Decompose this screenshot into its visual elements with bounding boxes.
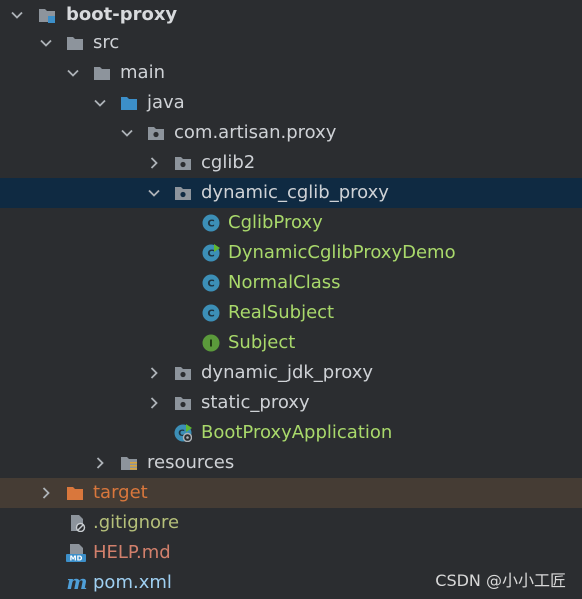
tree-row-static-proxy[interactable]: static_proxy (0, 388, 582, 418)
tree-row-normal-class[interactable]: C NormalClass (0, 268, 582, 298)
svg-text:m: m (66, 571, 87, 593)
tree-label-gitignore: .gitignore (93, 512, 180, 533)
tree-label-static-proxy: static_proxy (201, 392, 310, 413)
tree-row-boot-proxy-application[interactable]: C BootProxyApplication (0, 418, 582, 448)
java-runnable-class-icon: C (202, 244, 220, 262)
chevron-right-icon[interactable] (146, 395, 162, 411)
excluded-folder-icon (66, 484, 84, 502)
chevron-down-icon[interactable] (9, 7, 25, 23)
tree-row-src[interactable]: src (0, 28, 582, 58)
tree-label-boot-proxy: boot-proxy (66, 4, 178, 25)
tree-label-main: main (120, 62, 165, 83)
tree-label-help-md: HELP.md (93, 542, 171, 563)
chevron-down-icon[interactable] (119, 125, 135, 141)
package-icon (147, 124, 165, 142)
tree-label-target: target (93, 482, 148, 503)
tree-label-dynamic-cglib-proxy-demo: DynamicCglibProxyDemo (228, 242, 456, 263)
tree-label-package: com.artisan.proxy (174, 122, 337, 143)
folder-icon (66, 34, 84, 52)
package-icon (174, 154, 192, 172)
svg-text:C: C (207, 249, 214, 260)
tree-label-resources: resources (147, 452, 235, 473)
chevron-down-icon[interactable] (92, 95, 108, 111)
tree-label-src: src (93, 32, 120, 53)
tree-label-java: java (147, 92, 185, 113)
tree-row-java[interactable]: java (0, 88, 582, 118)
ignore-file-icon (68, 514, 86, 532)
module-folder-icon (38, 6, 56, 24)
svg-text:I: I (209, 339, 213, 350)
java-class-icon: C (202, 274, 220, 292)
tree-row-boot-proxy[interactable]: boot-proxy (0, 0, 582, 30)
watermark: CSDN @小小工匠 (435, 571, 566, 590)
svg-text:C: C (207, 309, 214, 320)
tree-label-dynamic-jdk-proxy: dynamic_jdk_proxy (201, 362, 373, 383)
tree-row-resources[interactable]: resources (0, 448, 582, 478)
package-icon (174, 364, 192, 382)
chevron-down-icon[interactable] (65, 65, 81, 81)
tree-label-boot-proxy-application: BootProxyApplication (201, 422, 393, 443)
maven-icon: m (66, 571, 88, 593)
tree-label-cglib2: cglib2 (201, 152, 256, 173)
chevron-right-icon[interactable] (146, 155, 162, 171)
svg-text:C: C (207, 279, 214, 290)
chevron-right-icon[interactable] (146, 365, 162, 381)
tree-row-help-md[interactable]: MD HELP.md (0, 538, 582, 568)
tree-label-dynamic-cglib-proxy: dynamic_cglib_proxy (201, 182, 389, 203)
tree-label-pom-xml: pom.xml (93, 572, 172, 593)
markdown-file-icon: MD (66, 544, 86, 562)
tree-row-package[interactable]: com.artisan.proxy (0, 118, 582, 148)
tree-row-real-subject[interactable]: C RealSubject (0, 298, 582, 328)
java-interface-icon: I (202, 334, 220, 352)
svg-text:MD: MD (70, 555, 83, 562)
chevron-down-icon[interactable] (38, 35, 54, 51)
tree-row-main[interactable]: main (0, 58, 582, 88)
tree-row-gitignore[interactable]: .gitignore (0, 508, 582, 538)
chevron-down-icon[interactable] (146, 185, 162, 201)
tree-row-dynamic-jdk-proxy[interactable]: dynamic_jdk_proxy (0, 358, 582, 388)
package-icon (174, 394, 192, 412)
tree-row-dynamic-cglib-proxy[interactable]: dynamic_cglib_proxy (0, 178, 582, 208)
tree-row-cglib-proxy[interactable]: C CglibProxy (0, 208, 582, 238)
svg-text:C: C (207, 219, 214, 230)
tree-label-normal-class: NormalClass (228, 272, 341, 293)
chevron-right-icon[interactable] (92, 455, 108, 471)
tree-label-real-subject: RealSubject (228, 302, 335, 323)
package-icon (174, 184, 192, 202)
tree-row-cglib2[interactable]: cglib2 (0, 148, 582, 178)
java-class-icon: C (202, 214, 220, 232)
java-class-icon: C (202, 304, 220, 322)
tree-label-cglib-proxy: CglibProxy (228, 212, 323, 233)
tree-row-subject[interactable]: I Subject (0, 328, 582, 358)
folder-icon (93, 64, 111, 82)
chevron-right-icon[interactable] (38, 485, 54, 501)
tree-row-dynamic-cglib-proxy-demo[interactable]: C DynamicCglibProxyDemo (0, 238, 582, 268)
spring-boot-application-icon: C (174, 424, 192, 442)
tree-row-target[interactable]: target (0, 478, 582, 508)
source-folder-icon (120, 94, 138, 112)
resources-folder-icon (120, 454, 138, 472)
tree-label-subject: Subject (228, 332, 296, 353)
